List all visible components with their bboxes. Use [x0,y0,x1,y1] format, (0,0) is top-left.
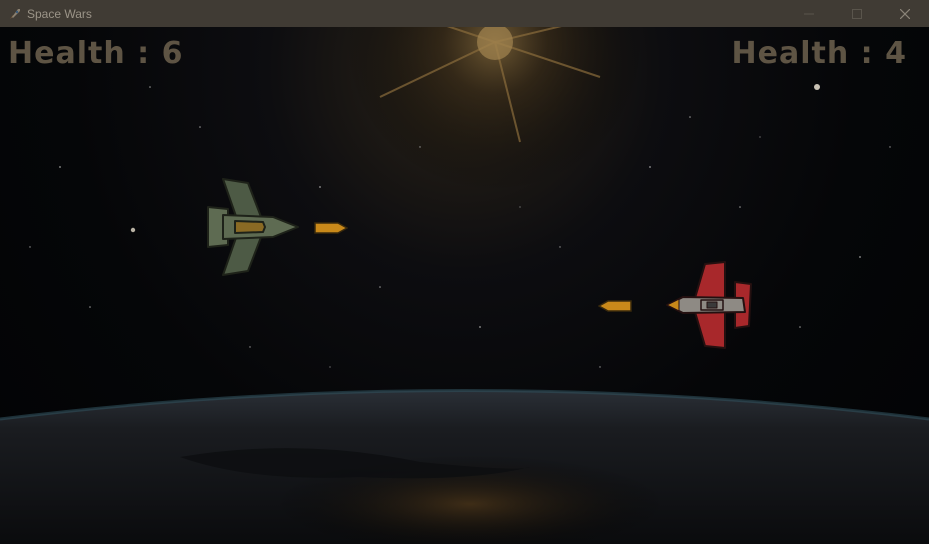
player1-health-label: Health : 6 [8,36,184,71]
window-title: Space Wars [27,6,92,21]
player1-ship [207,178,299,276]
title-bar[interactable]: Space Wars [0,0,929,27]
player2-bullet [598,300,632,312]
maximize-icon [852,8,862,19]
minimize-button[interactable] [785,0,833,27]
player1-bullet [314,222,348,234]
player2-ship [666,261,752,349]
window-controls [785,0,929,27]
game-window: Space Wars Health: 6 Health: 4 [0,0,929,544]
rocket-icon [6,5,24,23]
minimize-icon [804,13,814,14]
game-canvas[interactable]: Health : 6 Health : 4 [0,27,929,544]
player2-health-label: Health : 4 [731,36,907,71]
space-background [0,27,929,544]
close-button[interactable] [881,0,929,27]
maximize-button[interactable] [833,0,881,27]
close-icon [900,8,910,19]
